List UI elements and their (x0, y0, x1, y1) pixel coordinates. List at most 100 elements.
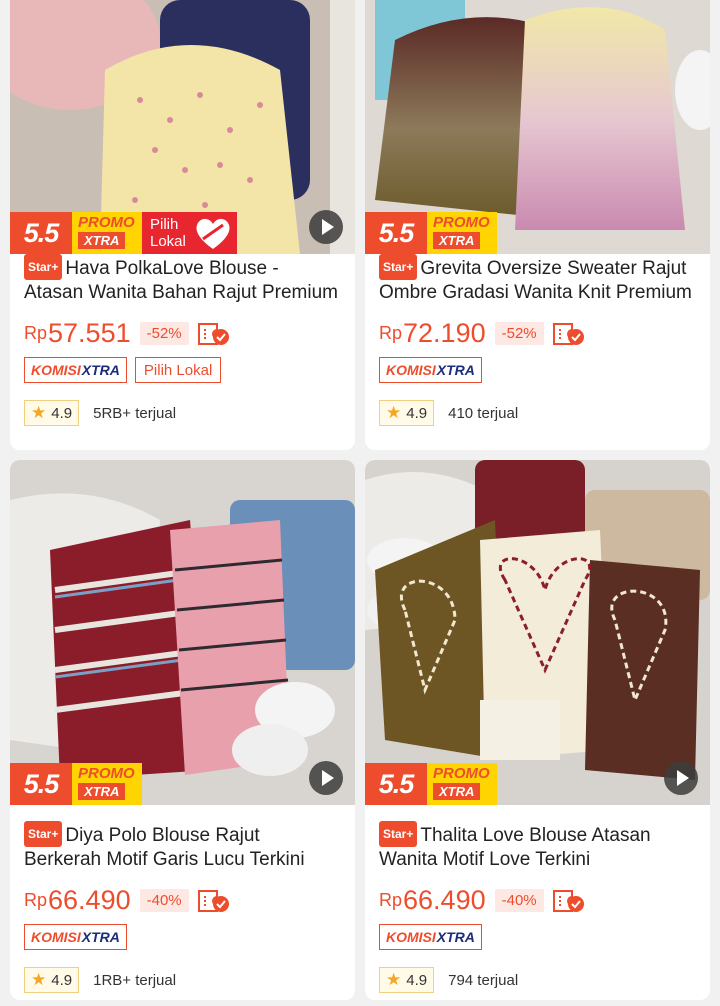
xtra-label: XTRA (81, 362, 120, 378)
currency: Rp (24, 323, 48, 343)
play-video-icon[interactable] (309, 210, 343, 244)
promo-badge-row: 5.5 PROMO XTRA (10, 763, 142, 805)
sold-count: 5RB+ terjual (93, 404, 177, 422)
tag-row: KOMISI XTRA (24, 924, 127, 950)
currency: Rp (379, 323, 403, 343)
product-title[interactable]: Star+ Grevita Oversize Sweater Rajut Ombr… (379, 254, 696, 302)
rating-badge: ★ 4.9 (24, 967, 80, 993)
product-card[interactable]: 5.5 PROMO XTRA Pilih Lokal Star+ Hava Pol… (10, 0, 355, 450)
xtra-label: XTRA (81, 929, 120, 945)
product-title[interactable]: Star+ Thalita Love Blouse Atasan Wanita M… (379, 821, 696, 869)
komisi-xtra-tag: KOMISI XTRA (24, 924, 127, 950)
price: 66.490 (48, 885, 131, 915)
promo-badge-row: 5.5 PROMO XTRA Pilih Lokal (10, 212, 237, 254)
product-title-text: Diya Polo Blouse Rajut Berkerah Motif Ga… (24, 825, 305, 869)
product-info: Star+ Diya Polo Blouse Rajut Berkerah Mot… (24, 821, 341, 993)
rating-sold-row: ★ 4.9 794 terjual (379, 967, 518, 993)
xtra-label: XTRA (78, 232, 126, 249)
xtra-label: XTRA (78, 783, 126, 800)
product-image[interactable]: 5.5 PROMO XTRA (10, 460, 355, 805)
product-image[interactable]: 5.5 PROMO XTRA (365, 460, 710, 805)
komisi-label: KOMISI (386, 929, 436, 945)
pilih-lokal-tag: Pilih Lokal (134, 357, 222, 383)
komisi-xtra-tag: KOMISI XTRA (24, 357, 127, 383)
product-info: Star+ Grevita Oversize Sweater Rajut Ombr… (379, 254, 696, 426)
sale-55-badge: 5.5 (10, 212, 72, 254)
promo-label: PROMO (433, 214, 490, 231)
rating-sold-row: ★ 4.9 410 terjual (379, 400, 518, 426)
xtra-label: XTRA (433, 783, 481, 800)
play-video-icon[interactable] (309, 761, 343, 795)
promo-xtra-badge: PROMO XTRA (427, 763, 497, 805)
star-plus-tag: Star+ (24, 254, 63, 280)
discount-badge: -52% (494, 322, 544, 345)
sale-55-badge: 5.5 (365, 763, 427, 805)
star-icon: ★ (31, 403, 47, 422)
promo-label: PROMO (78, 765, 135, 782)
voucher-check-icon (552, 889, 584, 912)
promo-xtra-badge: PROMO XTRA (72, 763, 142, 805)
voucher-check-icon (197, 322, 229, 345)
product-grid: 5.5 PROMO XTRA Pilih Lokal Star+ Hava Pol… (0, 0, 720, 1006)
product-title[interactable]: Star+ Diya Polo Blouse Rajut Berkerah Mot… (24, 821, 341, 869)
tag-row: KOMISI XTRA (379, 924, 482, 950)
promo-xtra-badge: PROMO XTRA (72, 212, 142, 254)
star-icon: ★ (386, 970, 402, 989)
currency: Rp (24, 890, 48, 910)
price-row: Rp 66.490 -40% (379, 885, 586, 916)
product-title-text: Hava PolkaLove Blouse - Atasan Wanita Ba… (24, 258, 339, 302)
discount-badge: -40% (139, 889, 189, 912)
rating-badge: ★ 4.9 (379, 400, 435, 426)
komisi-label: KOMISI (31, 362, 81, 378)
star-icon: ★ (386, 403, 402, 422)
product-card[interactable]: 5.5 PROMO XTRA Star+ Grevita Oversize Swe… (365, 0, 710, 450)
discount-badge: -40% (494, 889, 544, 912)
play-video-icon[interactable] (664, 761, 698, 795)
rating-value: 4.9 (51, 971, 73, 989)
sale-55-badge: 5.5 (365, 212, 427, 254)
tag-row: KOMISI XTRA Pilih Lokal (24, 357, 222, 383)
star-icon: ★ (31, 970, 47, 989)
komisi-label: KOMISI (31, 929, 81, 945)
promo-badge-row: 5.5 PROMO XTRA (365, 212, 497, 254)
star-plus-tag: Star+ (379, 821, 418, 847)
heart-icon (196, 218, 230, 249)
xtra-label: XTRA (436, 929, 475, 945)
rating-badge: ★ 4.9 (379, 967, 435, 993)
product-title-text: Thalita Love Blouse Atasan Wanita Motif … (379, 825, 651, 869)
voucher-check-icon (552, 322, 584, 345)
komisi-label: KOMISI (386, 362, 436, 378)
product-title-text: Grevita Oversize Sweater Rajut Ombre Gra… (379, 258, 692, 302)
product-info: Star+ Hava PolkaLove Blouse - Atasan Wani… (24, 254, 341, 426)
price: 72.190 (403, 318, 486, 348)
product-info: Star+ Thalita Love Blouse Atasan Wanita M… (379, 821, 696, 993)
star-plus-tag: Star+ (379, 254, 418, 280)
product-card[interactable]: 5.5 PROMO XTRA Star+ Diya Polo Blouse Raj… (10, 460, 355, 1000)
promo-label: PROMO (433, 765, 490, 782)
price: 57.551 (48, 318, 131, 348)
product-image[interactable]: 5.5 PROMO XTRA Pilih Lokal (10, 0, 355, 254)
voucher-check-icon (197, 889, 229, 912)
xtra-label: XTRA (436, 362, 475, 378)
rating-sold-row: ★ 4.9 5RB+ terjual (24, 400, 176, 426)
product-card[interactable]: 5.5 PROMO XTRA Star+ Thalita Love Blouse … (365, 460, 710, 1000)
price-row: Rp 66.490 -40% (24, 885, 231, 916)
sold-count: 794 terjual (448, 971, 519, 989)
pilih-lokal-badge: Pilih Lokal (142, 212, 237, 254)
price-row: Rp 72.190 -52% (379, 318, 586, 349)
promo-label: PROMO (78, 214, 135, 231)
price-row: Rp 57.551 -52% (24, 318, 231, 349)
price: 66.490 (403, 885, 486, 915)
xtra-label: XTRA (433, 232, 481, 249)
product-title[interactable]: Star+ Hava PolkaLove Blouse - Atasan Wani… (24, 254, 341, 302)
product-image[interactable]: 5.5 PROMO XTRA (365, 0, 710, 254)
promo-xtra-badge: PROMO XTRA (427, 212, 497, 254)
sale-55-badge: 5.5 (10, 763, 72, 805)
currency: Rp (379, 890, 403, 910)
sold-count: 1RB+ terjual (93, 971, 177, 989)
komisi-xtra-tag: KOMISI XTRA (379, 924, 482, 950)
komisi-xtra-tag: KOMISI XTRA (379, 357, 482, 383)
star-plus-tag: Star+ (24, 821, 63, 847)
rating-value: 4.9 (406, 971, 428, 989)
promo-badge-row: 5.5 PROMO XTRA (365, 763, 497, 805)
